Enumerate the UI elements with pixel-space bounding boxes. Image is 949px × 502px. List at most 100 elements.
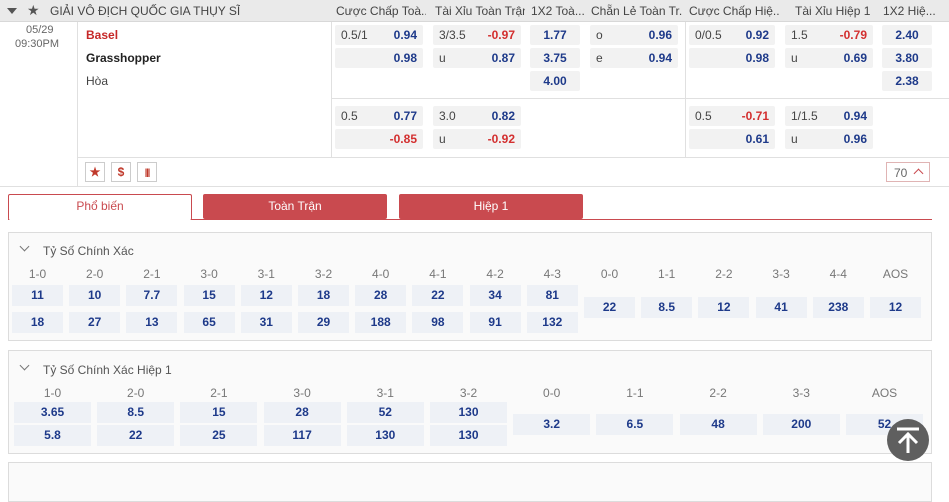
score-header: 4-1 (429, 267, 447, 281)
score-odds-cell[interactable]: 29 (298, 312, 349, 333)
score-odds-cell[interactable]: 34 (469, 285, 521, 306)
score-odds-cell[interactable]: 188 (355, 312, 407, 333)
odds-h1-1x2-home[interactable]: 2.40 (882, 25, 932, 45)
match-date: 05/29 (26, 24, 54, 36)
score-odds-cell[interactable]: 8.5 (641, 297, 693, 318)
score-odds-cell[interactable]: 81 (526, 285, 578, 306)
score-header: 1-1 (658, 267, 676, 281)
score-odds-cell[interactable]: 3.2 (513, 414, 591, 435)
odds-h1-1x2-away[interactable]: 3.80 (882, 48, 932, 68)
score-odds-cell[interactable]: 91 (469, 312, 521, 333)
back-to-top-button[interactable] (887, 419, 929, 461)
chevron-up-icon (913, 168, 924, 179)
money-icon[interactable]: $ (111, 162, 131, 182)
arrow-up-icon (897, 427, 919, 453)
odds-ou-over[interactable]: 3/3.5 -0.97 (433, 25, 521, 45)
score-header: 2-2 (715, 267, 733, 281)
score-odds-cell[interactable]: 28 (263, 402, 341, 423)
score-odds-cell[interactable]: 65 (183, 312, 235, 333)
odds-h1-ou2-over[interactable]: 1/1.5 0.94 (785, 106, 873, 126)
score-header: 0-0 (543, 386, 561, 400)
score-header: 2-0 (127, 386, 145, 400)
correct-score-h1-title: Tỷ Số Chính Xác Hiệp 1 (43, 363, 172, 377)
score-header: 2-1 (143, 267, 161, 281)
tab-popular[interactable]: Phổ biến (8, 194, 192, 220)
odds-1x2-away[interactable]: 3.75 (530, 48, 580, 68)
odds-hcap-home[interactable]: 0.5/1 0.94 (335, 25, 423, 45)
odds-ou2-under[interactable]: u -0.92 (433, 129, 521, 149)
odds-h1-ou2-under[interactable]: u 0.96 (785, 129, 873, 149)
match-time: 09:30PM (15, 38, 60, 50)
away-team[interactable]: Grasshopper (86, 51, 161, 65)
score-odds-cell[interactable]: 18 (12, 312, 63, 333)
score-header: 3-0 (293, 386, 311, 400)
score-odds-cell[interactable]: 8.5 (97, 402, 175, 423)
score-odds-cell[interactable]: 238 (812, 297, 864, 318)
odds-h1-hcap2-home[interactable]: 0.5 -0.71 (689, 106, 775, 126)
odds-ou-under[interactable]: u 0.87 (433, 48, 521, 68)
star-icon[interactable]: ★ (27, 2, 40, 19)
score-odds-cell[interactable]: 25 (180, 425, 258, 446)
odds-hcap2-home[interactable]: 0.5 0.77 (335, 106, 423, 126)
odds-odd[interactable]: o 0.96 (590, 25, 678, 45)
score-odds-cell[interactable]: 22 (412, 285, 464, 306)
home-team[interactable]: Basel (86, 28, 118, 42)
score-odds-cell[interactable]: 27 (69, 312, 121, 333)
score-odds-cell[interactable]: 5.8 (14, 425, 91, 446)
score-odds-cell[interactable]: 132 (526, 312, 578, 333)
score-header: 1-0 (43, 386, 62, 400)
score-odds-cell[interactable]: 130 (430, 402, 507, 423)
odds-h1-hcap2-away[interactable]: 0.61 (689, 129, 775, 149)
league-header: ★ GIẢI VÔ ĐỊCH QUỐC GIA THỤY SĨ Cược Chấ… (0, 0, 949, 22)
score-header: 3-3 (792, 386, 810, 400)
odds-h1-1x2-draw[interactable]: 2.38 (882, 71, 932, 91)
odds-1x2-home[interactable]: 1.77 (530, 25, 580, 45)
score-odds-cell[interactable]: 98 (412, 312, 464, 333)
odds-even[interactable]: e 0.94 (590, 48, 678, 68)
score-odds-cell[interactable]: 10 (69, 285, 121, 306)
odds-h1-hcap-home[interactable]: 0/0.5 0.92 (689, 25, 775, 45)
tab-full-time[interactable]: Toàn Trận (203, 194, 387, 219)
score-odds-cell[interactable]: 6.5 (596, 414, 674, 435)
score-odds-cell[interactable]: 13 (126, 312, 178, 333)
odds-h1-ou-over[interactable]: 1.5 -0.79 (785, 25, 873, 45)
score-header: 3-3 (772, 267, 790, 281)
score-odds-cell[interactable]: 12 (870, 297, 921, 318)
score-odds-cell[interactable]: 22 (584, 297, 635, 318)
score-odds-cell[interactable]: 117 (263, 425, 341, 446)
score-odds-cell[interactable]: 15 (183, 285, 235, 306)
odds-ou2-over[interactable]: 3.0 0.82 (433, 106, 521, 126)
favorite-star-icon[interactable]: ★ (85, 162, 105, 182)
next-panel (8, 462, 932, 502)
score-odds-cell[interactable]: 15 (180, 402, 258, 423)
score-odds-cell[interactable]: 31 (240, 312, 292, 333)
score-odds-cell[interactable]: 7.7 (126, 285, 178, 306)
score-odds-cell[interactable]: 200 (762, 414, 840, 435)
score-header: 3-1 (257, 267, 275, 281)
score-header: 4-0 (372, 267, 390, 281)
score-odds-cell[interactable]: 3.65 (14, 402, 91, 423)
col-header-hcap-ft: Cược Chấp Toà... (336, 4, 426, 18)
score-header: 0-0 (600, 267, 619, 281)
more-markets-button[interactable]: 70 (886, 162, 930, 182)
odds-hcap-away[interactable]: 0.98 (335, 48, 423, 68)
odds-h1-hcap-away[interactable]: 0.98 (689, 48, 775, 68)
score-odds-cell[interactable]: 18 (298, 285, 349, 306)
odds-h1-ou-under[interactable]: u 0.69 (785, 48, 873, 68)
score-odds-cell[interactable]: 22 (97, 425, 175, 446)
odds-hcap2-away[interactable]: -0.85 (335, 129, 423, 149)
score-odds-cell[interactable]: 48 (679, 414, 757, 435)
score-odds-cell[interactable]: 52 (346, 402, 424, 423)
score-odds-cell[interactable]: 28 (355, 285, 407, 306)
tab-first-half[interactable]: Hiệp 1 (399, 194, 583, 219)
score-odds-cell[interactable]: 12 (240, 285, 292, 306)
score-odds-cell[interactable]: 12 (698, 297, 750, 318)
correct-score-title: Tỷ Số Chính Xác (43, 244, 134, 258)
score-odds-cell[interactable]: 130 (430, 425, 507, 446)
stats-icon[interactable]: ||| (137, 162, 157, 182)
score-odds-cell[interactable]: 130 (346, 425, 424, 446)
odds-1x2-draw[interactable]: 4.00 (530, 71, 580, 91)
score-odds-cell[interactable]: 41 (755, 297, 807, 318)
score-odds-cell[interactable]: 11 (12, 285, 63, 306)
collapse-caret-icon[interactable] (7, 8, 17, 14)
